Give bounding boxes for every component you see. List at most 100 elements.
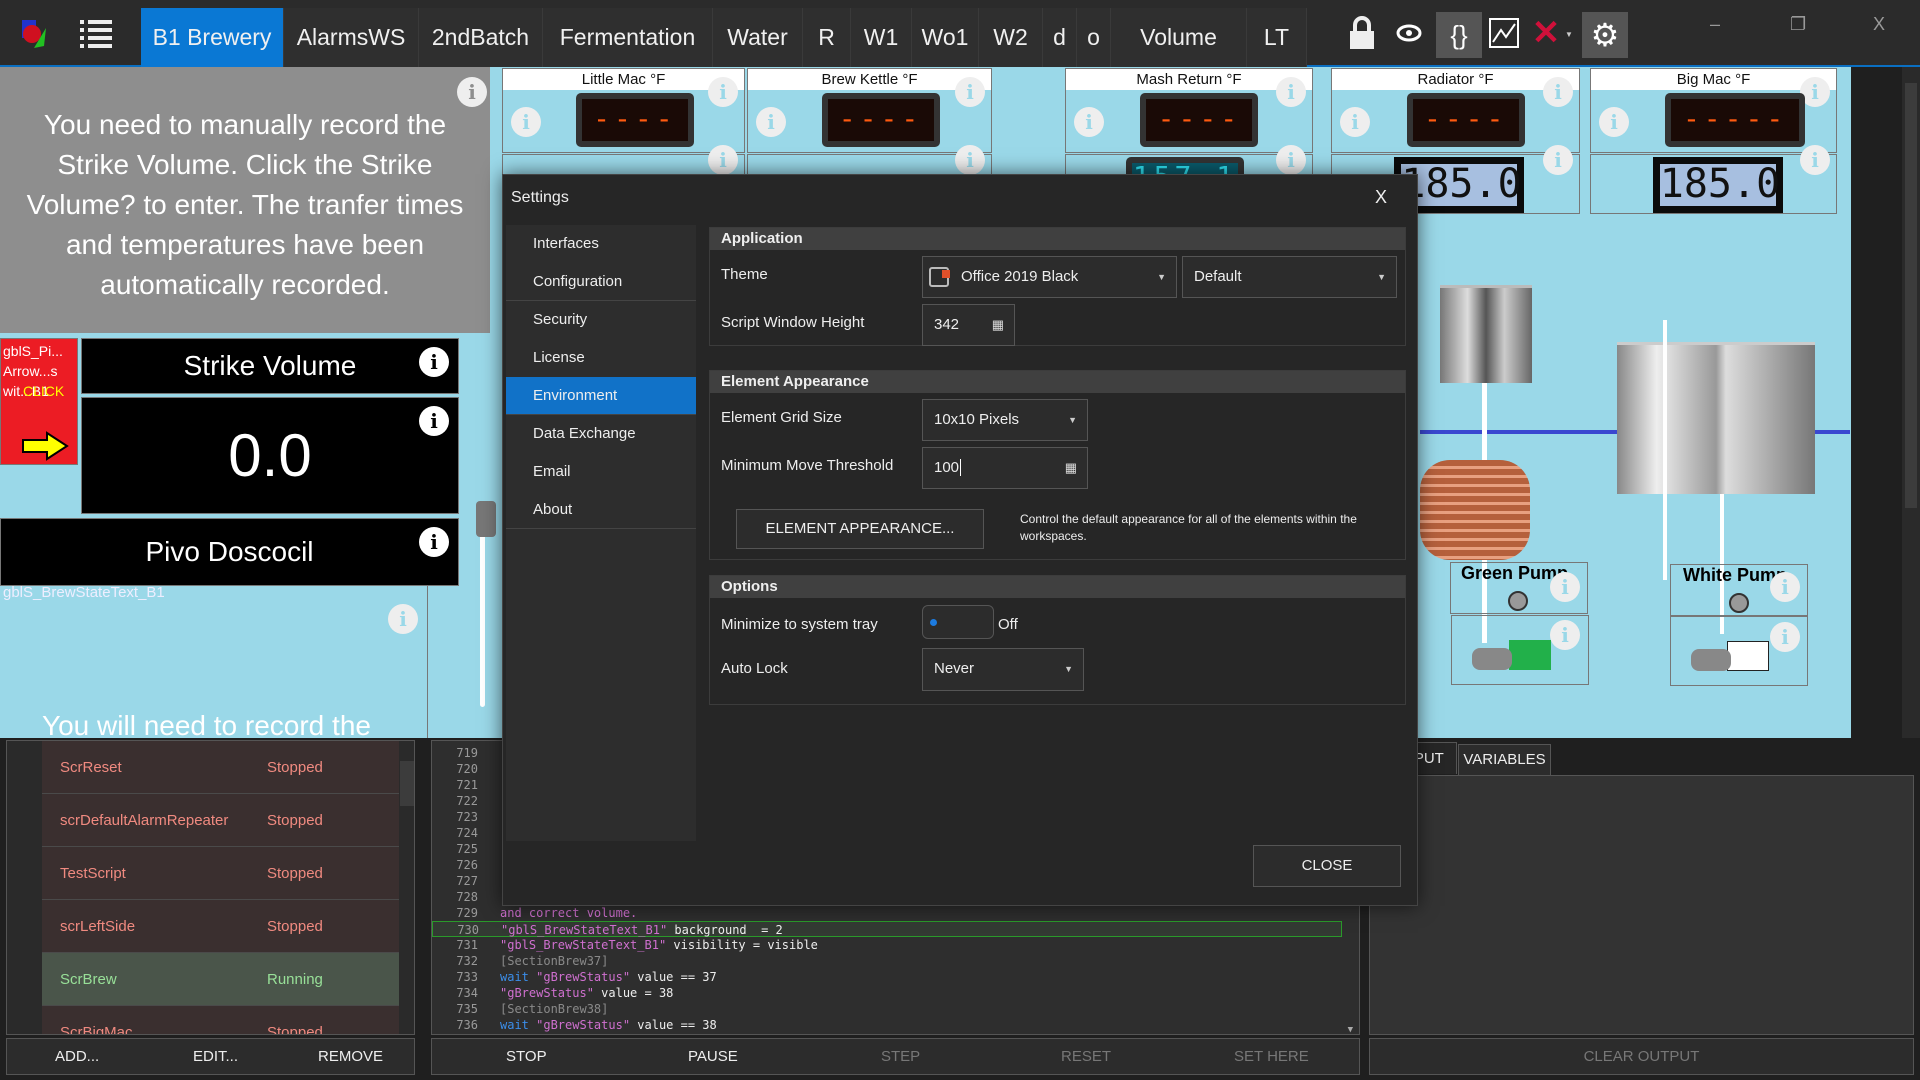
script-row[interactable]: scrLeftSide Stopped bbox=[42, 900, 399, 953]
settings-nav-security[interactable]: Security bbox=[506, 301, 696, 339]
info-icon[interactable]: i bbox=[511, 107, 541, 137]
lock-icon[interactable] bbox=[1343, 14, 1381, 52]
info-icon[interactable]: i bbox=[419, 406, 449, 436]
tab-o[interactable]: o bbox=[1077, 8, 1111, 67]
settings-nav-interfaces[interactable]: Interfaces bbox=[506, 225, 696, 263]
code-line[interactable]: 736 wait "gBrewStatus" value == 38 bbox=[432, 1017, 1342, 1033]
settings-nav-environment[interactable]: Environment bbox=[506, 377, 696, 415]
script-braces-icon[interactable]: {} bbox=[1436, 12, 1482, 58]
edit-script-button[interactable]: EDIT... bbox=[193, 1039, 238, 1074]
info-icon[interactable]: i bbox=[1340, 107, 1370, 137]
code-line[interactable]: 732 [SectionBrew37] bbox=[432, 953, 1342, 969]
clear-output-button[interactable]: CLEAR OUTPUT bbox=[1369, 1038, 1914, 1075]
output-text-area[interactable] bbox=[1369, 775, 1914, 1035]
element-appearance-button[interactable]: ELEMENT APPEARANCE... bbox=[736, 509, 984, 549]
tab-water[interactable]: Water bbox=[713, 8, 803, 67]
code-line[interactable]: 730 "gblS_BrewStateText_B1" background = … bbox=[432, 921, 1342, 937]
settings-nav-configuration[interactable]: Configuration bbox=[506, 263, 696, 301]
grid-size-select[interactable]: 10x10 Pixels ▼ bbox=[922, 399, 1088, 441]
keypad-icon[interactable]: ▦ bbox=[992, 305, 1004, 345]
info-icon[interactable]: i bbox=[1276, 77, 1306, 107]
gauge-secondary[interactable]: i 185.0 bbox=[1590, 145, 1837, 214]
strike-volume-label-box[interactable]: Strike Volume i bbox=[81, 338, 459, 394]
minimize-button[interactable]: – bbox=[1710, 14, 1720, 35]
tab-w1[interactable]: W1 bbox=[851, 8, 912, 67]
tab-lt[interactable]: LT bbox=[1247, 8, 1307, 67]
step-button[interactable]: STEP bbox=[881, 1039, 920, 1074]
settings-nav-about[interactable]: About bbox=[506, 491, 696, 529]
pause-button[interactable]: PAUSE bbox=[688, 1039, 738, 1074]
set-here-button[interactable]: SET HERE bbox=[1234, 1039, 1309, 1074]
info-icon[interactable]: i bbox=[419, 347, 449, 377]
add-script-button[interactable]: ADD... bbox=[55, 1039, 99, 1074]
tab-b1-brewery[interactable]: B1 Brewery bbox=[141, 8, 284, 67]
info-icon[interactable]: i bbox=[1800, 145, 1830, 175]
pivo-doscocil-box[interactable]: Pivo Doscocil i bbox=[0, 518, 459, 586]
code-line[interactable]: 729 and correct volume. bbox=[432, 905, 1342, 921]
dialog-close-icon[interactable]: X bbox=[1375, 187, 1387, 208]
keypad-icon[interactable]: ▦ bbox=[1065, 448, 1077, 488]
settings-nav-data-exchange[interactable]: Data Exchange bbox=[506, 415, 696, 453]
info-icon[interactable]: i bbox=[955, 77, 985, 107]
arrow-switch-button[interactable]: gblS_Pi... Arrow...s wit...B1 CLICK bbox=[0, 338, 78, 465]
code-line[interactable]: 734 "gBrewStatus" value = 38 bbox=[432, 985, 1342, 1001]
info-icon[interactable]: i bbox=[1074, 107, 1104, 137]
info-icon[interactable]: i bbox=[708, 145, 738, 175]
code-line[interactable]: 733 wait "gBrewStatus" value == 37 bbox=[432, 969, 1342, 985]
info-icon[interactable]: i bbox=[1550, 572, 1580, 602]
info-icon[interactable]: i bbox=[1543, 145, 1573, 175]
canvas-scrollbar[interactable] bbox=[1902, 67, 1920, 738]
scripts-scrollbar[interactable] bbox=[400, 741, 414, 1034]
settings-nav-email[interactable]: Email bbox=[506, 453, 696, 491]
tab-2ndbatch[interactable]: 2ndBatch bbox=[419, 8, 543, 67]
info-icon[interactable]: i bbox=[1770, 622, 1800, 652]
temperature-gauge[interactable]: Little Mac °F i i ---- bbox=[502, 68, 745, 153]
minimize-tray-toggle[interactable] bbox=[922, 605, 994, 639]
info-icon[interactable]: i bbox=[1276, 145, 1306, 175]
info-icon[interactable]: i bbox=[955, 145, 985, 175]
stop-button[interactable]: STOP bbox=[506, 1039, 547, 1074]
temperature-gauge[interactable]: Mash Return °F i i ---- bbox=[1065, 68, 1313, 153]
info-icon[interactable]: i bbox=[708, 77, 738, 107]
settings-nav-license[interactable]: License bbox=[506, 339, 696, 377]
settings-gear-icon[interactable]: ⚙ bbox=[1582, 12, 1628, 58]
temperature-gauge[interactable]: Big Mac °F i i ----- bbox=[1590, 68, 1837, 153]
close-window-button[interactable]: X bbox=[1873, 14, 1885, 35]
info-icon[interactable]: i bbox=[1599, 107, 1629, 137]
script-row[interactable]: ScrBrew Running bbox=[42, 953, 399, 1006]
info-icon[interactable]: i bbox=[388, 604, 418, 634]
tab-variables[interactable]: VARIABLES bbox=[1458, 744, 1551, 776]
threshold-input[interactable]: 100 ▦ bbox=[922, 447, 1088, 489]
info-icon[interactable]: i bbox=[1543, 77, 1573, 107]
tab-fermentation[interactable]: Fermentation bbox=[543, 8, 713, 67]
info-icon[interactable]: i bbox=[1550, 620, 1580, 650]
info-icon[interactable]: i bbox=[756, 107, 786, 137]
script-height-input[interactable]: 342 ▦ bbox=[922, 304, 1015, 346]
strike-volume-value-box[interactable]: 0.0 i bbox=[81, 397, 459, 514]
menu-list-icon[interactable] bbox=[80, 18, 112, 48]
tab-volume[interactable]: Volume bbox=[1111, 8, 1247, 67]
tab-w2[interactable]: W2 bbox=[979, 8, 1043, 67]
eye-icon[interactable] bbox=[1390, 14, 1428, 52]
scroll-down-icon[interactable]: ▼ bbox=[1348, 1025, 1353, 1034]
code-line[interactable]: 731 "gblS_BrewStateText_B1" visibility = … bbox=[432, 937, 1342, 953]
tab-wo1[interactable]: Wo1 bbox=[912, 8, 979, 67]
tab-r[interactable]: R bbox=[803, 8, 851, 67]
theme-variant-select[interactable]: Default ▼ bbox=[1182, 256, 1397, 298]
autolock-select[interactable]: Never ▼ bbox=[922, 648, 1084, 691]
reset-button[interactable]: RESET bbox=[1061, 1039, 1111, 1074]
tab-d[interactable]: d bbox=[1043, 8, 1077, 67]
temperature-gauge[interactable]: Brew Kettle °F i i ---- bbox=[747, 68, 992, 153]
tab-alarmsws[interactable]: AlarmsWS bbox=[284, 8, 419, 67]
script-row[interactable]: ScrBigMac Stopped bbox=[42, 1006, 399, 1034]
remove-script-button[interactable]: REMOVE bbox=[318, 1039, 383, 1074]
script-row[interactable]: ScrReset Stopped bbox=[42, 741, 399, 794]
script-row[interactable]: scrDefaultAlarmRepeater Stopped bbox=[42, 794, 399, 847]
info-icon[interactable]: i bbox=[457, 77, 487, 107]
info-icon[interactable]: i bbox=[419, 527, 449, 557]
temperature-gauge[interactable]: Radiator °F i i ---- bbox=[1331, 68, 1580, 153]
dropdown-arrow-icon[interactable]: ▼ bbox=[1565, 30, 1573, 39]
chart-icon[interactable] bbox=[1485, 14, 1523, 52]
brew-state-text-box[interactable]: gblS_BrewStateText_B1 i You will need to… bbox=[0, 584, 428, 738]
red-x-icon[interactable]: ✕ bbox=[1527, 14, 1565, 52]
